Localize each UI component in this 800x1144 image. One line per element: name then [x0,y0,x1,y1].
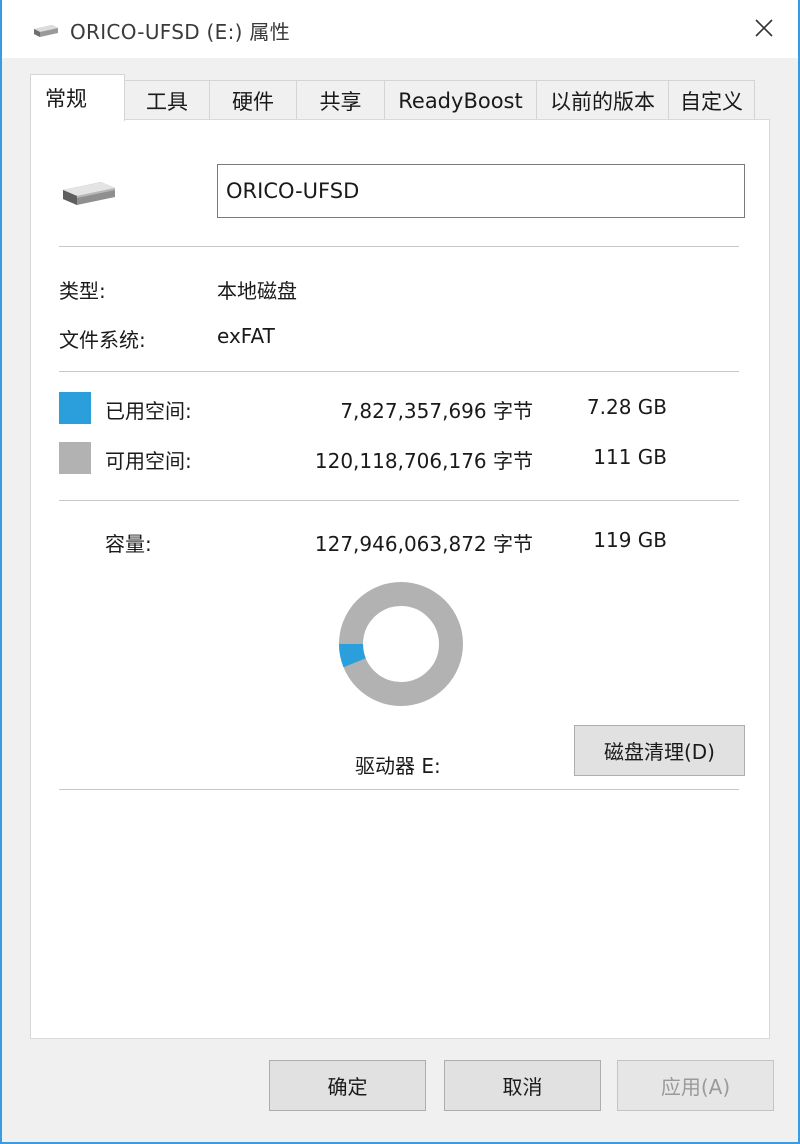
free-space-swatch [59,442,91,474]
file-system-label: 文件系统: [59,328,146,352]
tab-hardware[interactable]: 硬件 [209,80,297,120]
cancel-button[interactable]: 取消 [444,1060,601,1111]
properties-window: ORICO-UFSD (E:) 属性 常规 工具 硬件 共享 ReadyBoos… [0,0,800,1144]
tab-customize[interactable]: 自定义 [668,80,755,120]
free-space-bytes: 120,118,706,176 字节 [314,449,533,473]
tab-general[interactable]: 常规 [30,74,125,121]
tab-previous-versions[interactable]: 以前的版本 [536,80,669,120]
used-space-bytes: 7,827,357,696 字节 [340,399,533,423]
disk-cleanup-button[interactable]: 磁盘清理(D) [574,725,745,776]
capacity-size: 119 GB [593,528,667,552]
general-panel: 类型: 本地磁盘 文件系统: exFAT 已用空间: 7,827,357,696… [30,119,770,1039]
divider [59,246,739,247]
close-icon [755,19,773,37]
capacity-label: 容量: [105,532,152,556]
window-title: ORICO-UFSD (E:) 属性 [70,20,290,44]
file-system-value: exFAT [217,324,275,348]
title-bar: ORICO-UFSD (E:) 属性 [2,0,798,58]
divider [59,371,739,372]
ok-button[interactable]: 确定 [269,1060,426,1111]
tab-readyboost[interactable]: ReadyBoost [384,80,537,120]
close-button[interactable] [744,10,784,46]
capacity-bytes: 127,946,063,872 字节 [314,532,533,556]
used-space-label: 已用空间: [105,399,192,423]
free-space-label: 可用空间: [105,449,192,473]
tab-tools[interactable]: 工具 [124,80,210,120]
used-space-swatch [59,392,91,424]
apply-button[interactable]: 应用(A) [617,1060,774,1111]
free-space-ring [339,582,463,706]
drive-name-input[interactable] [217,164,745,218]
tab-bar: 常规 工具 硬件 共享 ReadyBoost 以前的版本 自定义 [30,74,770,121]
drive-letter-label: 驱动器 E: [355,754,441,778]
tab-sharing[interactable]: 共享 [296,80,385,120]
disk-usage-donut [339,582,463,706]
divider [59,500,739,501]
free-space-size: 111 GB [593,445,667,469]
used-space-size: 7.28 GB [586,395,667,419]
type-label: 类型: [59,279,106,303]
usb-drive-icon [34,25,58,37]
usb-drive-icon [63,182,115,205]
divider [59,789,739,790]
type-value: 本地磁盘 [217,279,297,303]
